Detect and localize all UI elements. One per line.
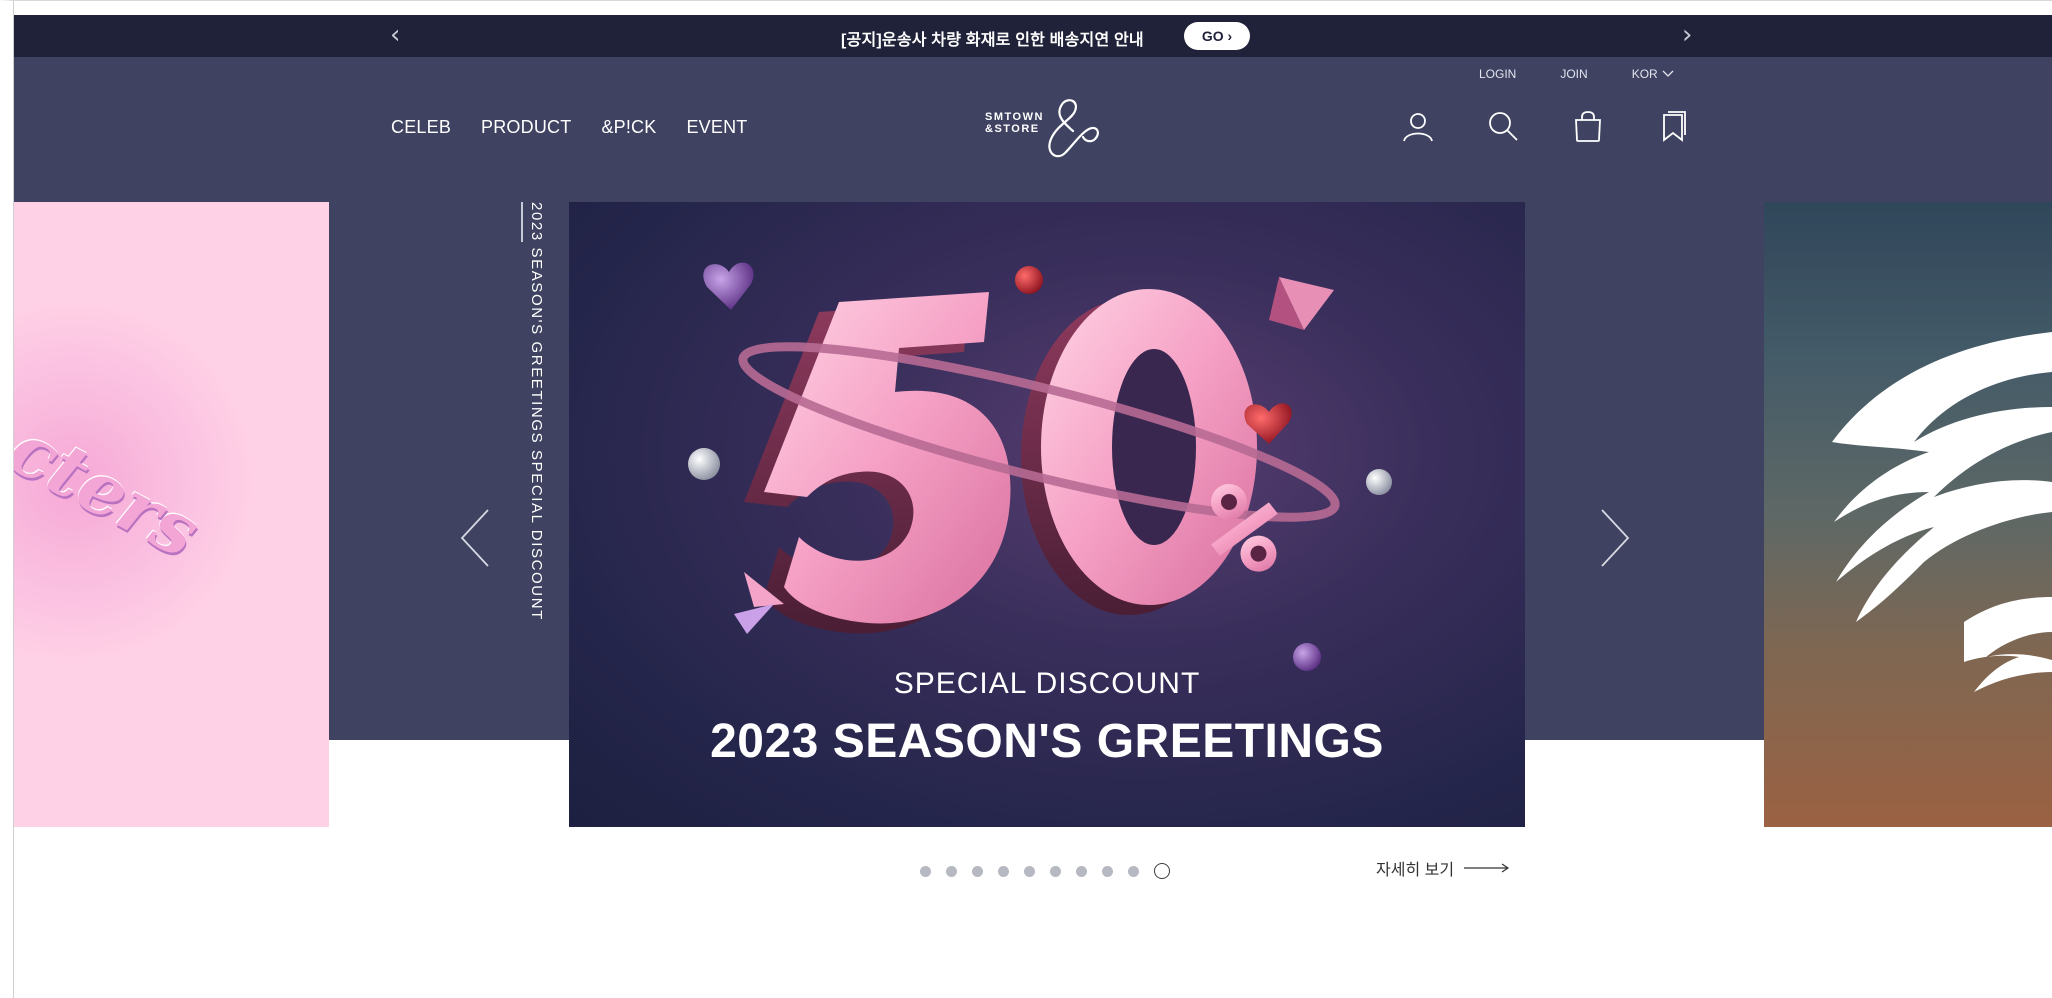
ampersand-logo-icon [1048, 99, 1099, 158]
user-icon[interactable] [1401, 109, 1435, 143]
nav-item-pick[interactable]: &P!CK [601, 117, 656, 138]
notice-bar: ‹ [공지]운송사 차량 화재로 인한 배송지연 안내 GO › › [14, 15, 2052, 57]
pagination-dot[interactable] [1128, 865, 1139, 877]
main-nav: CELEB PRODUCT &P!CK EVENT [391, 117, 777, 138]
carousel-pagination [920, 863, 1185, 879]
carousel-slide-prev[interactable]: cters [14, 202, 329, 827]
site-header: LOGIN JOIN KOR CELEB PRODUCT &P!CK EVENT… [14, 57, 2052, 202]
main-slide-title: 2023 SEASON'S GREETINGS [710, 715, 1384, 768]
utility-nav: LOGIN JOIN KOR [1479, 67, 1674, 81]
carousel-slide-main[interactable]: SPECIAL DISCOUNT 2023 SEASON'S GREETINGS [569, 202, 1525, 827]
more-link[interactable]: 자세히 보기 [1376, 856, 1510, 880]
chrome-wing-graphic [1832, 332, 2052, 692]
language-select[interactable]: KOR [1632, 67, 1674, 81]
more-link-label: 자세히 보기 [1376, 862, 1455, 879]
pagination-dot[interactable] [1076, 865, 1087, 877]
chevron-down-icon [1662, 70, 1674, 77]
notice-text[interactable]: [공지]운송사 차량 화재로 인한 배송지연 안내 [841, 26, 1144, 50]
carousel-next-button[interactable] [1598, 508, 1632, 568]
language-label: KOR [1631, 67, 1658, 81]
pagination-dot[interactable] [972, 865, 983, 877]
pagination-dot[interactable] [1102, 865, 1113, 877]
carousel-prev-button[interactable] [458, 508, 492, 568]
pagination-dot[interactable] [946, 865, 957, 877]
long-arrow-right-icon [1464, 863, 1510, 873]
site-logo[interactable]: SMTOWN &STORE [985, 95, 1125, 165]
vertical-caption: 2023 SEASON'S GREETINGS SPECIAL DISCOUNT [528, 202, 545, 621]
pagination-dot-active[interactable] [1154, 863, 1170, 879]
join-link[interactable]: JOIN [1560, 67, 1587, 81]
nav-item-product[interactable]: PRODUCT [481, 117, 571, 138]
nav-item-celeb[interactable]: CELEB [391, 117, 451, 138]
bookmark-icon[interactable] [1656, 109, 1690, 143]
carousel-slide-next[interactable] [1764, 202, 2052, 827]
login-link[interactable]: LOGIN [1479, 67, 1516, 81]
notice-next-button[interactable]: › [1682, 20, 1692, 50]
main-slide-subtitle: SPECIAL DISCOUNT [893, 667, 1201, 700]
nav-item-event[interactable]: EVENT [686, 117, 747, 138]
notice-go-button[interactable]: GO › [1184, 22, 1250, 50]
pagination-dot[interactable] [1024, 865, 1035, 877]
pagination-dot[interactable] [1050, 865, 1061, 877]
notice-prev-button[interactable]: ‹ [390, 20, 400, 50]
50-percent-graphic [688, 262, 1392, 671]
pagination-dot[interactable] [998, 865, 1009, 877]
pagination-dot[interactable] [920, 865, 931, 877]
shopping-bag-icon[interactable] [1571, 109, 1605, 143]
search-icon[interactable] [1486, 109, 1520, 143]
